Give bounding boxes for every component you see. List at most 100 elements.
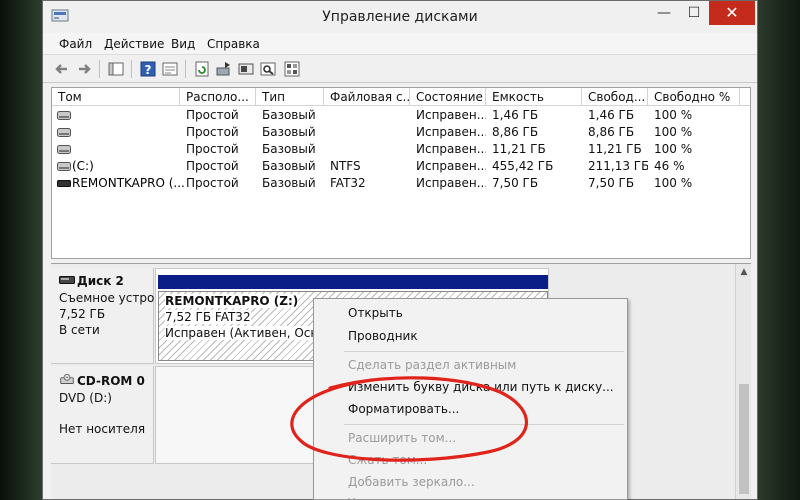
refresh-icon[interactable] xyxy=(193,60,211,78)
rescan-disks-icon[interactable] xyxy=(215,60,233,78)
partition-name: REMONTKAPRO (Z:) xyxy=(165,294,299,308)
column-header-layout[interactable]: Располо... xyxy=(180,88,256,106)
volume-list-table: Том Располо... Тип Файловая с... Состоян… xyxy=(51,87,751,259)
column-header-type[interactable]: Тип xyxy=(256,88,324,106)
properties-icon[interactable] xyxy=(161,60,179,78)
cell-filesystem: NTFS xyxy=(330,159,361,173)
cell-type: Базовый xyxy=(262,108,316,122)
disk-2-label[interactable]: Диск 2 Съемное устро 7,52 ГБ В сети xyxy=(51,268,154,364)
column-header-volume[interactable]: Том xyxy=(52,88,180,106)
partition-header-bar xyxy=(158,275,548,289)
column-header-filler xyxy=(740,88,750,106)
removable-disk-icon xyxy=(59,276,75,284)
disk-2-type: Съемное устро xyxy=(59,291,155,305)
cell-layout: Простой xyxy=(186,176,239,190)
cell-layout: Простой xyxy=(186,142,239,156)
cell-percent-free: 100 % xyxy=(654,176,693,190)
cell-free-space: 11,21 ГБ xyxy=(588,142,642,156)
usb-drive-icon xyxy=(57,180,71,187)
cell-volume: (C:) xyxy=(72,159,94,173)
cell-filesystem xyxy=(324,141,410,158)
svg-text:?: ? xyxy=(145,63,152,77)
cdrom-drive-icon xyxy=(60,374,74,384)
drive-icon xyxy=(57,162,71,171)
cell-percent-free: 100 % xyxy=(654,125,693,139)
menu-item-open[interactable]: Открыть xyxy=(348,306,403,320)
cell-status: Исправен... xyxy=(416,125,486,139)
menu-item-change-drive-letter[interactable]: Изменить букву диска или путь к диску... xyxy=(348,380,614,394)
table-row[interactable]: REMONTKAPRO (... Простой Базовый FAT32 И… xyxy=(52,175,750,192)
menu-separator xyxy=(344,351,624,352)
cdrom-0-type: DVD (D:) xyxy=(59,391,112,405)
disk-2-size: 7,52 ГБ xyxy=(59,307,106,321)
menu-item-format[interactable]: Форматировать... xyxy=(348,402,459,416)
background-left xyxy=(0,0,42,500)
cell-capacity: 7,50 ГБ xyxy=(492,176,539,190)
cell-free-space: 7,50 ГБ xyxy=(588,176,635,190)
toolbar-separator xyxy=(131,60,132,78)
disk-pane-scrollbar[interactable]: ▲ xyxy=(735,264,751,499)
cell-free-space: 211,13 ГБ xyxy=(588,159,648,173)
cell-layout: Простой xyxy=(186,159,239,173)
title-bar: Управление дисками — ☐ ✕ xyxy=(43,1,757,33)
forward-arrow-icon[interactable] xyxy=(75,60,93,78)
disk-settings-icon[interactable] xyxy=(237,60,255,78)
scroll-up-arrow-icon[interactable]: ▲ xyxy=(739,267,749,277)
cell-filesystem xyxy=(324,124,410,141)
cell-status: Исправен... xyxy=(416,176,486,190)
cell-volume: REMONTKAPRO (... xyxy=(72,176,185,190)
back-arrow-icon[interactable] xyxy=(53,60,71,78)
close-button[interactable]: ✕ xyxy=(709,1,755,25)
maximize-button[interactable]: ☐ xyxy=(679,1,709,25)
table-row[interactable]: Простой Базовый Исправен... 1,46 ГБ 1,46… xyxy=(52,107,750,124)
column-header-capacity[interactable]: Емкость xyxy=(486,88,582,106)
minimize-button[interactable]: — xyxy=(649,1,679,25)
cell-capacity: 11,21 ГБ xyxy=(492,142,546,156)
cell-type: Базовый xyxy=(262,142,316,156)
cell-filesystem: FAT32 xyxy=(330,176,366,190)
partition-context-menu: Открыть Проводник Сделать раздел активны… xyxy=(313,298,628,500)
cdrom-0-status: Нет носителя xyxy=(59,422,146,436)
menu-item-extend-volume: Расширить том... xyxy=(348,431,457,445)
cell-capacity: 8,86 ГБ xyxy=(492,125,539,139)
background-right xyxy=(758,0,800,500)
menu-view[interactable]: Вид xyxy=(171,37,195,51)
menu-bar: Файл Действие Вид Справка xyxy=(43,33,757,55)
column-header-status[interactable]: Состояние xyxy=(410,88,486,106)
table-row[interactable]: Простой Базовый Исправен... 11,21 ГБ 11,… xyxy=(52,141,750,158)
disk-2-name: Диск 2 xyxy=(77,274,124,288)
console-tree-icon[interactable] xyxy=(107,60,125,78)
drive-icon xyxy=(57,145,71,154)
cell-percent-free: 100 % xyxy=(654,142,693,156)
table-row[interactable]: Простой Базовый Исправен... 8,86 ГБ 8,86… xyxy=(52,124,750,141)
menu-item-add-mirror: Добавить зеркало... xyxy=(348,475,475,489)
cell-filesystem xyxy=(324,107,410,124)
cell-status: Исправен... xyxy=(416,108,486,122)
column-header-free-space[interactable]: Свобод... xyxy=(582,88,648,106)
menu-item-explorer[interactable]: Проводник xyxy=(348,329,418,343)
cdrom-0-label[interactable]: CD-ROM 0 DVD (D:) Нет носителя xyxy=(51,366,154,464)
help-icon[interactable]: ? xyxy=(139,60,157,78)
cell-percent-free: 100 % xyxy=(654,108,693,122)
drive-icon xyxy=(57,128,71,137)
menu-item-shrink-volume: Сжать том... xyxy=(348,453,428,467)
cell-free-space: 1,46 ГБ xyxy=(588,108,635,122)
cell-layout: Простой xyxy=(186,125,239,139)
toolbar-separator xyxy=(185,60,186,78)
cell-status: Исправен... xyxy=(416,159,486,173)
view-options-icon[interactable] xyxy=(283,60,301,78)
cell-free-space: 8,86 ГБ xyxy=(588,125,635,139)
scroll-thumb[interactable] xyxy=(739,384,749,494)
menu-help[interactable]: Справка xyxy=(207,37,260,51)
cell-percent-free: 46 % xyxy=(654,159,685,173)
disk-2-status: В сети xyxy=(59,323,100,337)
cell-capacity: 455,42 ГБ xyxy=(492,159,554,173)
column-header-percent-free[interactable]: Свободно % xyxy=(648,88,740,106)
cdrom-0-name: CD-ROM 0 xyxy=(77,374,145,388)
table-row[interactable]: (C:) Простой Базовый NTFS Исправен... 45… xyxy=(52,158,750,175)
search-icon[interactable] xyxy=(259,60,277,78)
column-header-filesystem[interactable]: Файловая с... xyxy=(324,88,410,106)
menu-file[interactable]: Файл xyxy=(59,37,92,51)
menu-item-partial: У xyxy=(348,496,355,499)
menu-action[interactable]: Действие xyxy=(104,37,164,51)
